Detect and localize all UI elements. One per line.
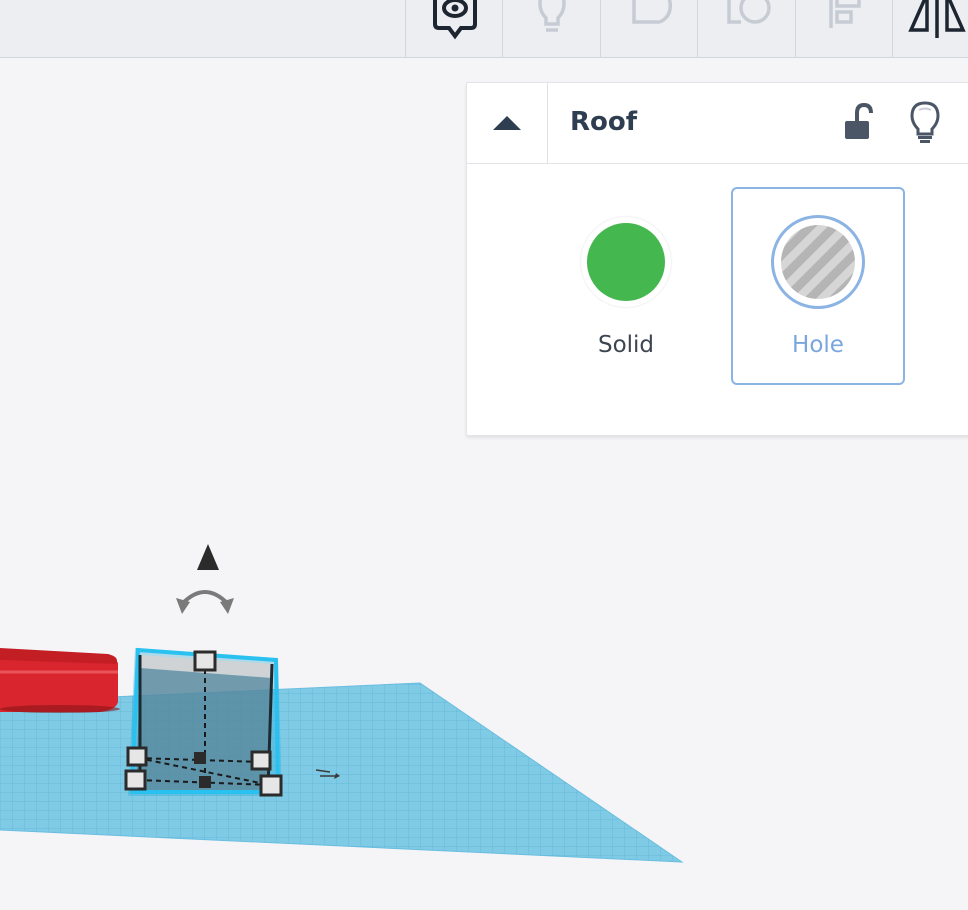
shape-name-title[interactable]: Roof <box>570 107 637 137</box>
chevron-up-icon <box>493 116 521 130</box>
hole-option[interactable]: Hole <box>731 187 905 385</box>
height-handle[interactable] <box>193 650 217 672</box>
corner-handle[interactable] <box>126 746 148 767</box>
roof-hole-shape[interactable] <box>124 647 283 797</box>
solid-label: Solid <box>597 332 655 358</box>
lightbulb-icon <box>910 101 940 143</box>
corner-handle[interactable] <box>124 769 147 791</box>
corner-handle[interactable] <box>259 774 283 797</box>
lift-arrow-icon[interactable] <box>197 544 219 570</box>
hole-pattern-swatch[interactable] <box>771 215 865 309</box>
lock-shape-button[interactable] <box>839 102 875 143</box>
solid-color-swatch[interactable] <box>581 217 671 307</box>
unlock-icon <box>845 102 873 139</box>
corner-handle[interactable] <box>250 750 272 771</box>
rotate-handle-icon[interactable] <box>176 590 234 614</box>
shape-inspector-panel: Roof Solid Hole <box>466 82 968 436</box>
red-cylinder-shape[interactable] <box>0 648 120 713</box>
solid-option[interactable]: Solid <box>539 187 713 385</box>
hole-label: Hole <box>792 332 844 358</box>
center-handle[interactable] <box>199 776 211 788</box>
inspector-header: Roof <box>467 83 968 164</box>
collapse-panel-button[interactable] <box>467 83 548 163</box>
center-handle[interactable] <box>194 752 206 764</box>
hide-shape-button[interactable] <box>907 101 943 145</box>
